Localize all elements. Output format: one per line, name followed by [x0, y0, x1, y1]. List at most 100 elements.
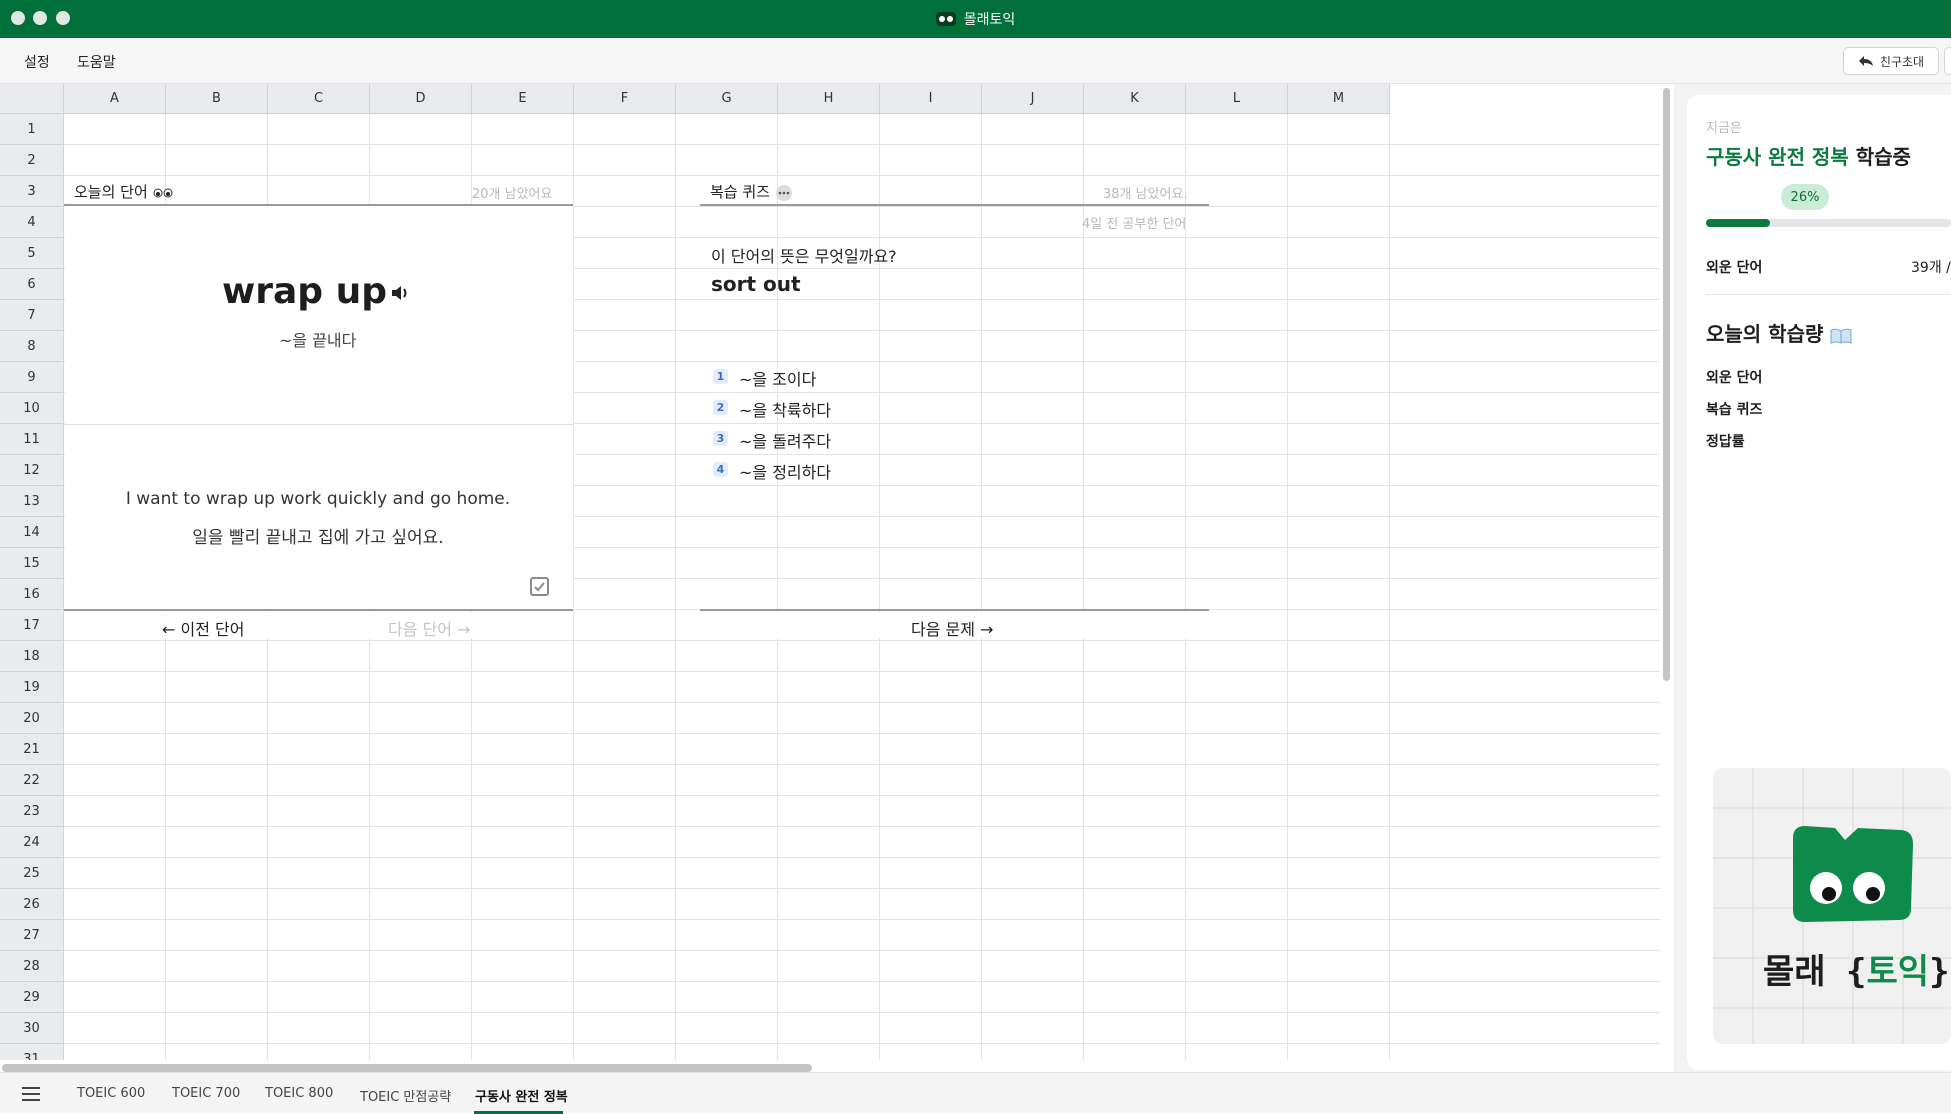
- brand-wordmark: 몰래 {토익}: [1763, 952, 1950, 992]
- row-header[interactable]: 28: [0, 951, 64, 982]
- column-header[interactable]: D: [370, 84, 472, 114]
- memorized-words-label: 외운 단어: [1706, 260, 1763, 276]
- row-header[interactable]: 31: [0, 1044, 64, 1060]
- sheet-tab-toeic-perfect[interactable]: TOEIC 만점공략: [360, 1086, 451, 1105]
- column-header[interactable]: K: [1084, 84, 1186, 114]
- horizontal-scrollbar[interactable]: [2, 1064, 812, 1072]
- row-gridline: [64, 795, 1660, 796]
- today-word-meaning: ~을 끝내다: [279, 331, 357, 350]
- column-header[interactable]: I: [880, 84, 982, 114]
- stat-accuracy-label: 정답률: [1706, 434, 1745, 450]
- option-number-badge: 3: [713, 431, 728, 446]
- row-header[interactable]: 2: [0, 145, 64, 176]
- row-header[interactable]: 24: [0, 827, 64, 858]
- memorized-words-value: 39개 /: [1911, 260, 1951, 276]
- row-header[interactable]: 8: [0, 331, 64, 362]
- sheet-tab-toeic-700[interactable]: TOEIC 700: [172, 1086, 240, 1101]
- today-word-header-text: 오늘의 단어: [74, 183, 148, 201]
- row-header[interactable]: 13: [0, 486, 64, 517]
- word-nav-row: [65, 612, 572, 638]
- column-header[interactable]: C: [268, 84, 370, 114]
- column-header[interactable]: F: [574, 84, 676, 114]
- option-number-badge: 1: [713, 369, 728, 384]
- row-gridline: [64, 919, 1660, 920]
- option-text: ~을 정리하다: [739, 463, 832, 482]
- row-header[interactable]: 3: [0, 176, 64, 207]
- row-header[interactable]: 18: [0, 641, 64, 672]
- stat-memorized-label: 외운 단어: [1706, 370, 1763, 386]
- column-header[interactable]: J: [982, 84, 1084, 114]
- next-word-button[interactable]: 다음 단어 →: [388, 616, 470, 640]
- brand-text: 몰래: [1763, 952, 1826, 992]
- column-header[interactable]: H: [778, 84, 880, 114]
- today-study-title: 오늘의 학습량: [1706, 318, 1852, 347]
- memorized-checkbox[interactable]: [530, 577, 549, 596]
- toolbar-extra-button[interactable]: [1944, 47, 1951, 75]
- row-header[interactable]: 1: [0, 114, 64, 145]
- row-header[interactable]: 4: [0, 207, 64, 238]
- sheet-tab-phrasal-verbs[interactable]: 구동사 완전 정복: [475, 1086, 568, 1105]
- column-header[interactable]: M: [1288, 84, 1390, 114]
- window-title-text: 몰래토익: [963, 12, 1016, 28]
- hamburger-menu-icon[interactable]: [22, 1087, 40, 1101]
- row-header[interactable]: 14: [0, 517, 64, 548]
- quiz-header: 복습 퀴즈: [710, 181, 793, 202]
- option-text: ~을 착륙하다: [739, 401, 832, 420]
- example-sentence-ko: 일을 빨리 끝내고 집에 가고 싶어요.: [192, 528, 444, 548]
- row-header[interactable]: 15: [0, 548, 64, 579]
- row-header[interactable]: 6: [0, 269, 64, 300]
- app-logo-icon: [935, 12, 956, 26]
- column-header[interactable]: L: [1186, 84, 1288, 114]
- option-text: ~을 돌려주다: [739, 432, 832, 451]
- option-number-badge: 2: [713, 400, 728, 415]
- today-word-header: 오늘의 단어: [74, 181, 173, 202]
- row-header[interactable]: 23: [0, 796, 64, 827]
- today-word-text: wrap up: [222, 271, 388, 312]
- row-header[interactable]: 30: [0, 1013, 64, 1044]
- grid-corner[interactable]: [0, 84, 64, 114]
- column-header[interactable]: E: [472, 84, 574, 114]
- row-header[interactable]: 11: [0, 424, 64, 455]
- column-header[interactable]: A: [64, 84, 166, 114]
- row-header[interactable]: 27: [0, 920, 64, 951]
- row-header[interactable]: 29: [0, 982, 64, 1013]
- row-gridline: [64, 1012, 1660, 1013]
- speaker-icon[interactable]: [390, 283, 412, 303]
- row-header[interactable]: 21: [0, 734, 64, 765]
- row-header[interactable]: 12: [0, 455, 64, 486]
- row-gridline: [64, 888, 1660, 889]
- prev-word-button[interactable]: ← 이전 단어: [162, 616, 244, 640]
- menu-help[interactable]: 도움말: [77, 52, 116, 72]
- row-header[interactable]: 26: [0, 889, 64, 920]
- invite-friend-button[interactable]: 친구초대: [1843, 47, 1939, 75]
- row-header[interactable]: 25: [0, 858, 64, 889]
- row-header[interactable]: 20: [0, 703, 64, 734]
- row-header[interactable]: 5: [0, 238, 64, 269]
- row-header[interactable]: 22: [0, 765, 64, 796]
- menu-settings[interactable]: 설정: [24, 52, 50, 72]
- row-header[interactable]: 9: [0, 362, 64, 393]
- quiz-header-text: 복습 퀴즈: [710, 183, 770, 201]
- today-word-remaining: 20개 남았어요: [472, 187, 553, 202]
- row-header[interactable]: 17: [0, 610, 64, 641]
- vertical-scrollbar[interactable]: [1663, 88, 1670, 681]
- option-number-badge: 4: [713, 462, 728, 477]
- column-header[interactable]: G: [676, 84, 778, 114]
- chat-bubble-icon: [775, 184, 792, 201]
- next-question-button[interactable]: 다음 문제 →: [911, 616, 993, 640]
- quiz-top-rule: [700, 204, 1209, 206]
- row-header[interactable]: 19: [0, 672, 64, 703]
- progress-percent-badge: 26%: [1781, 184, 1829, 210]
- current-course-name: 구동사 완전 정복: [1706, 145, 1849, 169]
- row-header[interactable]: 16: [0, 579, 64, 610]
- sheet-tab-toeic-800[interactable]: TOEIC 800: [265, 1086, 333, 1101]
- row-header[interactable]: 7: [0, 300, 64, 331]
- today-word-card: [65, 205, 573, 609]
- column-header[interactable]: B: [166, 84, 268, 114]
- sheet-tab-toeic-600[interactable]: TOEIC 600: [77, 1086, 145, 1101]
- row-header[interactable]: 10: [0, 393, 64, 424]
- panel-divider: [1706, 294, 1951, 295]
- word-card-bottom-rule: [64, 609, 573, 611]
- row-gridline: [64, 950, 1660, 951]
- row-gridline: [64, 144, 1660, 145]
